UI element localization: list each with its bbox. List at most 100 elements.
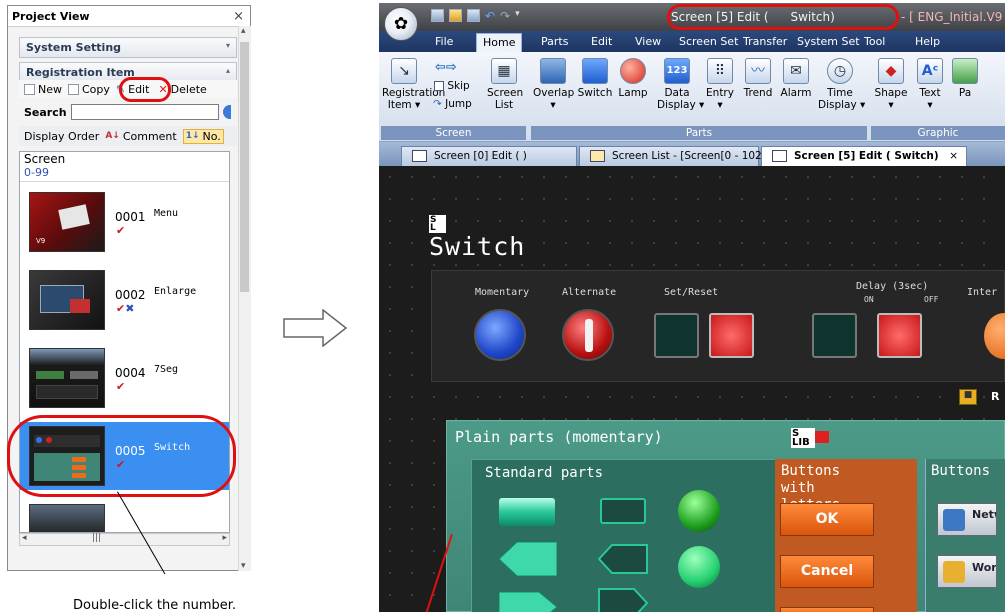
plain-parts-panel[interactable]: Plain parts (momentary) S LIB Standard p… — [423, 420, 1005, 612]
arrow-right-outline-button[interactable] — [598, 588, 648, 612]
skip-checkbox[interactable]: Skip — [434, 80, 470, 92]
scroll-down-icon[interactable]: ▾ — [241, 561, 246, 571]
delay-on-button[interactable] — [812, 313, 857, 358]
overlap-icon — [540, 58, 566, 84]
scroll-grip-icon[interactable]: ||| — [92, 533, 101, 543]
alarm-button[interactable]: ✉ Alarm — [779, 58, 813, 99]
set-button[interactable] — [654, 313, 699, 358]
list-range[interactable]: 0-99 — [20, 166, 229, 182]
alternate-switch[interactable] — [562, 309, 614, 361]
interlock-switch[interactable] — [984, 313, 1005, 359]
reset-button[interactable] — [709, 313, 754, 358]
doc-tab-screen-0[interactable]: Screen [0] Edit ( ) — [401, 146, 577, 166]
inter-label: Inter — [967, 287, 998, 298]
shape-icon: ◆ — [878, 58, 904, 84]
work-button[interactable]: Work — [937, 555, 997, 588]
horizontal-scrollbar[interactable]: ◂ ||| ▸ — [19, 533, 230, 546]
vertical-scrollbar[interactable]: ▴ ▾ — [238, 26, 251, 571]
tab-home[interactable]: Home — [476, 33, 523, 52]
lamp-button[interactable]: Lamp — [617, 58, 649, 99]
list-header: Screen — [24, 152, 66, 166]
registration-item-button[interactable]: ↘ Registration Item ▾ — [382, 58, 446, 111]
delay-off-button[interactable] — [877, 313, 922, 358]
rect-button-outline[interactable] — [600, 498, 646, 524]
redo-icon[interactable]: ↷ — [500, 9, 510, 23]
tab-screen-set[interactable]: Screen Set — [679, 35, 738, 48]
shape-button[interactable]: ◆ Shape ▾ — [873, 58, 909, 111]
switch-button[interactable]: Switch — [577, 58, 613, 99]
standard-parts-panel[interactable]: Standard parts — [471, 459, 777, 612]
scroll-thumb[interactable] — [240, 42, 249, 292]
ribbon-home: ↘ Registration Item ▾ ⇦⇨ Skip ↷ Jump ▦ S… — [379, 52, 1005, 142]
overlap-button[interactable]: Overlap ▾ — [533, 58, 574, 111]
project-view-title: Project View — [12, 9, 90, 23]
tab-view[interactable]: View — [635, 35, 661, 48]
doc-tab-screen-5[interactable]: Screen [5] Edit ( Switch) × — [761, 146, 967, 166]
item-number[interactable]: 0002 — [115, 288, 146, 302]
entry-button[interactable]: ⠿ Entry ▾ — [703, 58, 737, 111]
screen-edit-canvas[interactable]: S L Switch Momentary Alternate Set/Reset… — [379, 166, 1005, 612]
text-button[interactable]: Aᶜ Text ▾ — [915, 58, 945, 111]
round-button-green[interactable] — [678, 490, 720, 532]
save-icon[interactable] — [467, 9, 480, 22]
thumbnail-partial — [29, 504, 105, 532]
tab-transfer[interactable]: Transfer — [743, 35, 787, 48]
list-item-0001[interactable]: V9 0001 Menu ✔ — [20, 188, 229, 256]
people-icon — [943, 561, 965, 583]
scroll-up-icon[interactable]: ▴ — [241, 26, 246, 36]
item-number[interactable]: 0004 — [115, 366, 146, 380]
momentary-switch[interactable] — [474, 309, 526, 361]
time-display-button[interactable]: ◷ Time Display ▾ — [818, 58, 865, 111]
number-sort-button[interactable]: 1↓ No. — [182, 128, 224, 144]
search-input[interactable] — [70, 104, 219, 120]
rect-button-teal[interactable] — [499, 498, 555, 526]
close-tab-icon[interactable]: × — [949, 147, 958, 165]
list-item-0002[interactable]: 0002 Enlarge ✔✖ — [20, 266, 229, 334]
tab-parts[interactable]: Parts — [541, 35, 568, 48]
new-file-icon[interactable] — [431, 9, 444, 22]
list-item-0004[interactable]: 0004 7Seg ✔ — [20, 344, 229, 412]
off-label: OFF — [924, 295, 939, 304]
tab-system-set[interactable]: System Set — [797, 35, 860, 48]
system-setting-section[interactable]: System Setting ▾ — [19, 37, 237, 58]
item-name: Enlarge — [154, 286, 197, 297]
app-logo-icon[interactable]: ✿ — [384, 7, 418, 41]
paste-button[interactable]: Pa — [951, 58, 979, 99]
data-display-button[interactable]: 123 Data Display ▾ — [657, 58, 704, 111]
comment-sort-button[interactable]: A↓ Comment — [105, 130, 176, 143]
qat-dropdown-icon[interactable]: ▾ — [515, 9, 520, 23]
new-button[interactable]: New — [24, 83, 62, 96]
tab-help[interactable]: Help — [915, 35, 940, 48]
arrow-left-button[interactable] — [499, 542, 557, 576]
arrow-right-button[interactable] — [499, 592, 557, 612]
tab-tool[interactable]: Tool — [864, 35, 885, 48]
screen-list-button[interactable]: ▦ Screen List — [487, 58, 523, 111]
trend-button[interactable]: 〰 Trend — [741, 58, 775, 99]
tab-file[interactable]: File — [435, 35, 453, 48]
orange-button-partial[interactable] — [780, 607, 874, 612]
doc-tab-screen-list[interactable]: Screen List - [Screen[0 - 1023]] — [579, 146, 777, 166]
close-icon[interactable]: × — [233, 9, 244, 24]
ok-button[interactable]: OK — [780, 503, 874, 536]
scroll-right-icon[interactable]: ▸ — [222, 533, 227, 543]
item-number[interactable]: 0001 — [115, 210, 146, 224]
scroll-left-icon[interactable]: ◂ — [22, 533, 27, 543]
arrow-left-outline-button[interactable] — [598, 544, 648, 574]
search-icon[interactable] — [222, 105, 231, 119]
network-camera-button[interactable]: Netw Cam — [937, 503, 997, 536]
arrow-nav-icon[interactable]: ⇦⇨ — [435, 60, 479, 76]
open-folder-icon[interactable] — [449, 9, 462, 22]
new-icon — [24, 83, 35, 95]
copy-button[interactable]: Copy — [68, 83, 110, 96]
jump-button[interactable]: ↷ Jump — [433, 98, 472, 110]
undo-icon[interactable]: ↶ — [485, 9, 495, 23]
skip-label: Skip — [447, 80, 470, 92]
cancel-button[interactable]: Cancel — [780, 555, 874, 588]
screen-title-switch[interactable]: Switch — [429, 232, 525, 261]
selected-item-highlight-circle — [7, 415, 236, 497]
tab-edit[interactable]: Edit — [591, 35, 612, 48]
switch-sample-panel[interactable]: Momentary Alternate Set/Reset Delay (3se… — [431, 270, 1005, 382]
registration-label: Registration — [382, 87, 446, 99]
round-button-green-2[interactable] — [678, 546, 720, 588]
trend-icon: 〰 — [745, 58, 771, 84]
